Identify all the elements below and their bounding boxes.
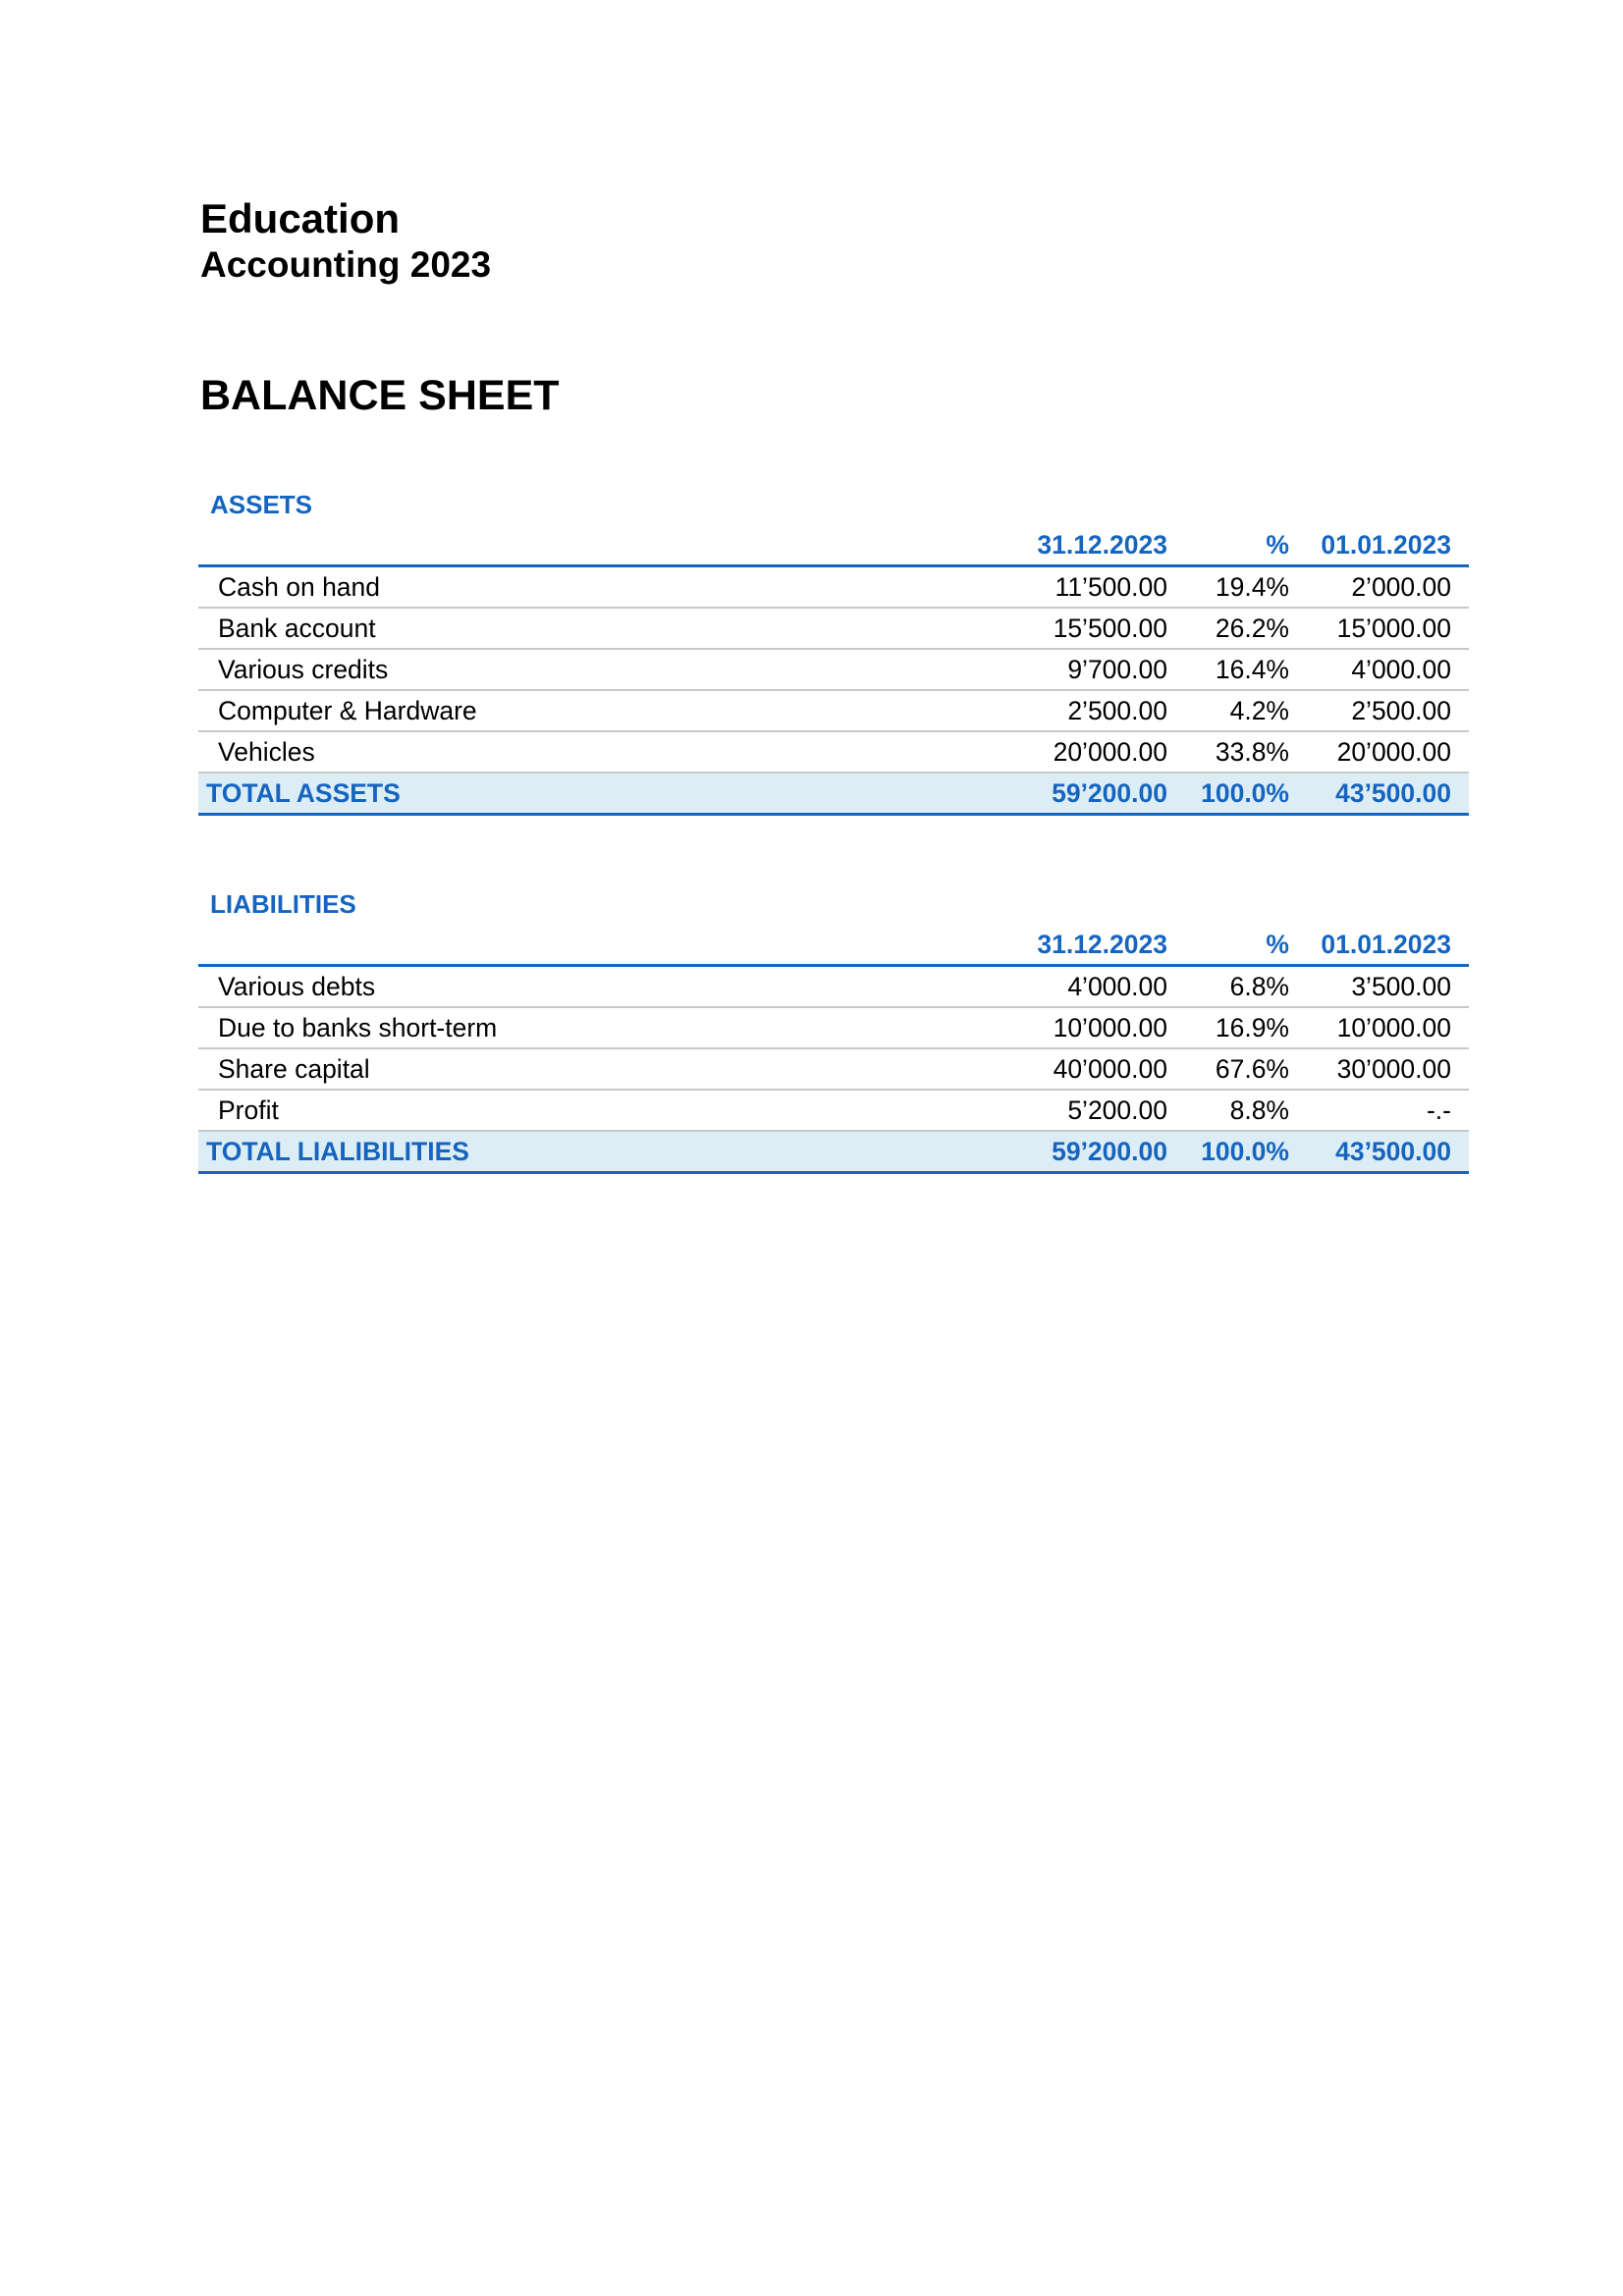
table-row: Profit 5’200.00 8.8% -.- — [198, 1090, 1469, 1132]
liabilities-table: 31.12.2023 % 01.01.2023 Various debts 4’… — [198, 925, 1469, 1174]
row-previous-value: 3’500.00 — [1295, 965, 1469, 1008]
total-percent: 100.0% — [1185, 773, 1295, 816]
row-label: Computer & Hardware — [198, 690, 984, 732]
column-header-current: 31.12.2023 — [984, 925, 1185, 967]
row-percent: 8.8% — [1185, 1090, 1295, 1132]
row-label: Share capital — [198, 1048, 984, 1091]
row-previous-value: 2’500.00 — [1295, 690, 1469, 732]
total-percent: 100.0% — [1185, 1131, 1295, 1174]
report-subtitle: Accounting 2023 — [200, 244, 492, 285]
column-header-description — [198, 525, 984, 567]
column-header-current: 31.12.2023 — [984, 525, 1185, 567]
total-label: TOTAL LIALIBILITIES — [198, 1131, 984, 1174]
row-label: Cash on hand — [198, 565, 984, 609]
row-current-value: 10’000.00 — [984, 1007, 1185, 1049]
total-label: TOTAL ASSETS — [198, 773, 984, 816]
row-previous-value: 10’000.00 — [1295, 1007, 1469, 1049]
row-current-value: 11’500.00 — [984, 565, 1185, 609]
row-label: Due to banks short-term — [198, 1007, 984, 1049]
row-previous-value: 15’000.00 — [1295, 608, 1469, 650]
total-current-value: 59’200.00 — [984, 1131, 1185, 1174]
table-row: Cash on hand 11’500.00 19.4% 2’000.00 — [198, 565, 1469, 609]
total-previous-value: 43’500.00 — [1295, 773, 1469, 816]
table-row: Computer & Hardware 2’500.00 4.2% 2’500.… — [198, 690, 1469, 732]
column-header-previous: 01.01.2023 — [1295, 925, 1469, 967]
row-percent: 33.8% — [1185, 731, 1295, 774]
column-header-description — [198, 925, 984, 967]
row-label: Vehicles — [198, 731, 984, 774]
row-previous-value: 20’000.00 — [1295, 731, 1469, 774]
row-current-value: 4’000.00 — [984, 965, 1185, 1008]
row-current-value: 9’700.00 — [984, 649, 1185, 691]
row-percent: 26.2% — [1185, 608, 1295, 650]
table-row: Share capital 40’000.00 67.6% 30’000.00 — [198, 1048, 1469, 1091]
row-percent: 16.4% — [1185, 649, 1295, 691]
assets-table: 31.12.2023 % 01.01.2023 Cash on hand 11’… — [198, 525, 1469, 816]
row-current-value: 40’000.00 — [984, 1048, 1185, 1091]
assets-heading: ASSETS — [210, 490, 313, 519]
table-row: Due to banks short-term 10’000.00 16.9% … — [198, 1007, 1469, 1049]
table-row: Bank account 15’500.00 26.2% 15’000.00 — [198, 608, 1469, 650]
row-label: Various credits — [198, 649, 984, 691]
total-previous-value: 43’500.00 — [1295, 1131, 1469, 1174]
row-percent: 4.2% — [1185, 690, 1295, 732]
table-header-row: 31.12.2023 % 01.01.2023 — [198, 925, 1469, 967]
table-header-row: 31.12.2023 % 01.01.2023 — [198, 525, 1469, 567]
row-label: Bank account — [198, 608, 984, 650]
total-liabilities-row: TOTAL LIALIBILITIES 59’200.00 100.0% 43’… — [198, 1131, 1469, 1174]
row-previous-value: -.- — [1295, 1090, 1469, 1132]
assets-section: ASSETS 31.12.2023 % 01.01.2023 Cash on h… — [198, 488, 1469, 816]
row-previous-value: 2’000.00 — [1295, 565, 1469, 609]
column-header-percent: % — [1185, 925, 1295, 967]
company-name: Education — [200, 195, 401, 241]
liabilities-heading: LIABILITIES — [210, 889, 356, 919]
row-current-value: 15’500.00 — [984, 608, 1185, 650]
table-row: Vehicles 20’000.00 33.8% 20’000.00 — [198, 731, 1469, 774]
column-header-previous: 01.01.2023 — [1295, 525, 1469, 567]
row-percent: 19.4% — [1185, 565, 1295, 609]
row-percent: 6.8% — [1185, 965, 1295, 1008]
table-row: Various credits 9’700.00 16.4% 4’000.00 — [198, 649, 1469, 691]
page-title: BALANCE SHEET — [200, 372, 560, 419]
row-label: Various debts — [198, 965, 984, 1008]
row-label: Profit — [198, 1090, 984, 1132]
total-assets-row: TOTAL ASSETS 59’200.00 100.0% 43’500.00 — [198, 773, 1469, 816]
row-previous-value: 4’000.00 — [1295, 649, 1469, 691]
row-previous-value: 30’000.00 — [1295, 1048, 1469, 1091]
total-current-value: 59’200.00 — [984, 773, 1185, 816]
liabilities-section: LIABILITIES 31.12.2023 % 01.01.2023 Vari… — [198, 887, 1469, 1174]
row-percent: 67.6% — [1185, 1048, 1295, 1091]
row-current-value: 20’000.00 — [984, 731, 1185, 774]
column-header-percent: % — [1185, 525, 1295, 567]
row-current-value: 5’200.00 — [984, 1090, 1185, 1132]
row-percent: 16.9% — [1185, 1007, 1295, 1049]
row-current-value: 2’500.00 — [984, 690, 1185, 732]
table-row: Various debts 4’000.00 6.8% 3’500.00 — [198, 965, 1469, 1008]
